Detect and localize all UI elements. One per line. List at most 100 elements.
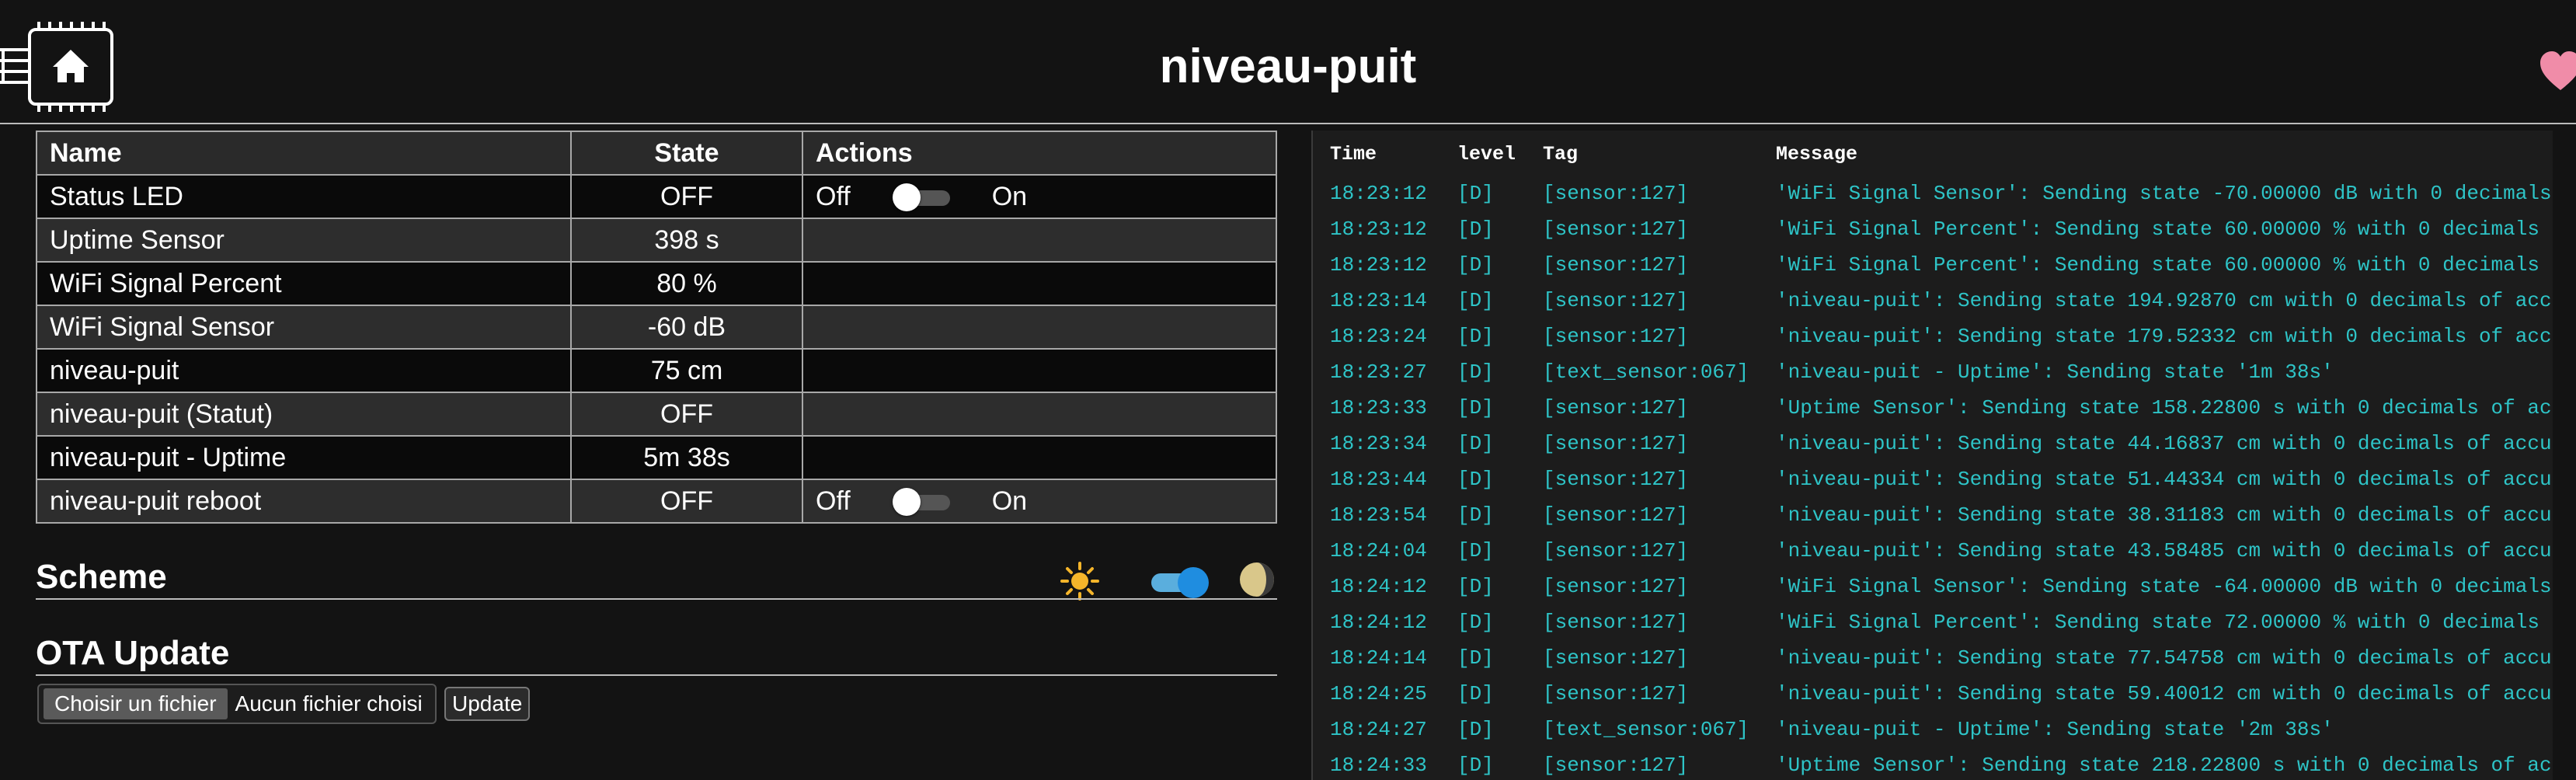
entity-name: niveau-puit (Statut) bbox=[36, 392, 572, 437]
log-entry: 18:24:27 [D] [text_sensor:067] 'niveau-puit… bbox=[1313, 718, 2576, 754]
table-row: Uptime Sensor 398 s bbox=[36, 218, 1277, 263]
log-header: Time level Tag Message bbox=[1313, 143, 2576, 174]
log-time: 18:24:25 bbox=[1330, 682, 1427, 705]
log-tag: [sensor:127] bbox=[1543, 289, 1689, 312]
log-level: [D] bbox=[1457, 682, 1494, 705]
scheme-divider bbox=[36, 598, 1277, 600]
entity-state: OFF bbox=[570, 174, 803, 219]
log-tag: [sensor:127] bbox=[1543, 253, 1689, 277]
file-input[interactable]: Choisir un fichier Aucun fichier choisi bbox=[37, 684, 437, 724]
log-panel[interactable]: Time level Tag Message 18:23:12 [D] [senso… bbox=[1311, 131, 2576, 780]
entity-state: OFF bbox=[570, 479, 803, 524]
table-header-row: Name State Actions bbox=[36, 131, 1277, 176]
entity-actions bbox=[802, 392, 1277, 437]
log-time: 18:24:12 bbox=[1330, 575, 1427, 598]
log-level: [D] bbox=[1457, 218, 1494, 241]
log-level: [D] bbox=[1457, 289, 1494, 312]
log-tag: [sensor:127] bbox=[1543, 646, 1689, 670]
log-entry: 18:24:12 [D] [sensor:127] 'WiFi Signal Perc… bbox=[1313, 611, 2576, 646]
log-entry: 18:23:27 [D] [text_sensor:067] 'niveau-puit… bbox=[1313, 360, 2576, 396]
log-level: [D] bbox=[1457, 360, 1494, 384]
moon-icon bbox=[1240, 562, 1274, 597]
log-tag: [sensor:127] bbox=[1543, 575, 1689, 598]
entity-name: niveau-puit reboot bbox=[36, 479, 572, 524]
log-level: [D] bbox=[1457, 611, 1494, 634]
log-time: 18:23:33 bbox=[1330, 396, 1427, 420]
log-level: [D] bbox=[1457, 253, 1494, 277]
table-row: WiFi Signal Percent 80 % bbox=[36, 261, 1277, 306]
entity-actions bbox=[802, 261, 1277, 306]
no-file-text: Aucun fichier choisi bbox=[235, 691, 423, 716]
heart-icon[interactable] bbox=[2537, 48, 2576, 95]
log-tag: [sensor:127] bbox=[1543, 182, 1689, 205]
log-entry: 18:23:33 [D] [sensor:127] 'Uptime Sensor': … bbox=[1313, 396, 2576, 432]
log-entry: 18:23:24 [D] [sensor:127] 'niveau-puit': Se… bbox=[1313, 325, 2576, 360]
log-message: 'niveau-puit': Sending state 194.92870 c… bbox=[1776, 289, 2552, 312]
update-button[interactable]: Update bbox=[444, 687, 531, 721]
log-header-message: Message bbox=[1776, 143, 1858, 165]
log-tag: [sensor:127] bbox=[1543, 468, 1689, 491]
reboot-toggle[interactable] bbox=[892, 488, 952, 516]
log-entry: 18:23:14 [D] [sensor:127] 'niveau-puit': Se… bbox=[1313, 289, 2576, 325]
log-time: 18:23:54 bbox=[1330, 503, 1427, 527]
log-time: 18:23:24 bbox=[1330, 325, 1427, 348]
log-entry: 18:23:44 [D] [sensor:127] 'niveau-puit': Se… bbox=[1313, 468, 2576, 503]
log-level: [D] bbox=[1457, 182, 1494, 205]
log-time: 18:24:14 bbox=[1330, 646, 1427, 670]
dark-mode-toggle[interactable] bbox=[1150, 567, 1212, 598]
entity-state: 5m 38s bbox=[570, 435, 803, 480]
status-led-toggle[interactable] bbox=[892, 183, 952, 211]
table-row: niveau-puit reboot OFF Off On bbox=[36, 479, 1277, 524]
log-entry: 18:24:12 [D] [sensor:127] 'WiFi Signal Sens… bbox=[1313, 575, 2576, 611]
log-time: 18:24:12 bbox=[1330, 611, 1427, 634]
log-entry: 18:24:04 [D] [sensor:127] 'niveau-puit': Se… bbox=[1313, 539, 2576, 575]
log-message: 'WiFi Signal Percent': Sending state 60.… bbox=[1776, 253, 2539, 277]
entity-actions bbox=[802, 218, 1277, 263]
entity-name: WiFi Signal Sensor bbox=[36, 305, 572, 350]
log-tag: [sensor:127] bbox=[1543, 682, 1689, 705]
log-entry: 18:24:33 [D] [sensor:127] 'Uptime Sensor': … bbox=[1313, 754, 2576, 780]
log-time: 18:23:14 bbox=[1330, 289, 1427, 312]
scheme-title: Scheme bbox=[36, 558, 167, 596]
entity-name: Uptime Sensor bbox=[36, 218, 572, 263]
entity-state: OFF bbox=[570, 392, 803, 437]
log-tag: [sensor:127] bbox=[1543, 396, 1689, 420]
log-time: 18:23:12 bbox=[1330, 182, 1427, 205]
log-level: [D] bbox=[1457, 503, 1494, 527]
log-time: 18:24:04 bbox=[1330, 539, 1427, 562]
log-header-level: level bbox=[1457, 143, 1516, 165]
log-level: [D] bbox=[1457, 754, 1494, 777]
log-entry: 18:24:14 [D] [sensor:127] 'niveau-puit': Se… bbox=[1313, 646, 2576, 682]
header: niveau-puit bbox=[0, 0, 2576, 124]
choose-file-button[interactable]: Choisir un fichier bbox=[44, 688, 228, 719]
log-message: 'WiFi Signal Percent': Sending state 72.… bbox=[1776, 611, 2539, 634]
log-message: 'niveau-puit - Uptime': Sending state '1… bbox=[1776, 360, 2334, 384]
log-message: 'niveau-puit': Sending state 51.44334 cm… bbox=[1776, 468, 2552, 491]
log-time: 18:23:34 bbox=[1330, 432, 1427, 455]
log-tag: [sensor:127] bbox=[1543, 754, 1689, 777]
log-message: 'niveau-puit': Sending state 179.52332 c… bbox=[1776, 325, 2552, 348]
log-level: [D] bbox=[1457, 539, 1494, 562]
log-time: 18:23:12 bbox=[1330, 218, 1427, 241]
log-level: [D] bbox=[1457, 575, 1494, 598]
log-header-tag: Tag bbox=[1543, 143, 1579, 165]
table-row: Status LED OFF Off On bbox=[36, 174, 1277, 219]
log-message: 'WiFi Signal Sensor': Sending state -70.… bbox=[1776, 182, 2552, 205]
entity-name: niveau-puit bbox=[36, 348, 572, 393]
entity-name: WiFi Signal Percent bbox=[36, 261, 572, 306]
log-message: 'niveau-puit': Sending state 59.40012 cm… bbox=[1776, 682, 2552, 705]
off-label: Off bbox=[816, 181, 851, 211]
entity-state: 80 % bbox=[570, 261, 803, 306]
log-time: 18:23:44 bbox=[1330, 468, 1427, 491]
log-message: 'niveau-puit': Sending state 43.58485 cm… bbox=[1776, 539, 2552, 562]
ota-title: OTA Update bbox=[36, 634, 230, 672]
log-time: 18:23:12 bbox=[1330, 253, 1427, 277]
table-row: niveau-puit - Uptime 5m 38s bbox=[36, 435, 1277, 480]
column-header-state: State bbox=[570, 131, 803, 176]
log-entry: 18:24:25 [D] [sensor:127] 'niveau-puit': Se… bbox=[1313, 682, 2576, 718]
page-title: niveau-puit bbox=[1159, 40, 1417, 93]
table-row: WiFi Signal Sensor -60 dB bbox=[36, 305, 1277, 350]
log-entry: 18:23:12 [D] [sensor:127] 'WiFi Signal Perc… bbox=[1313, 253, 2576, 289]
log-level: [D] bbox=[1457, 325, 1494, 348]
log-tag: [sensor:127] bbox=[1543, 503, 1689, 527]
